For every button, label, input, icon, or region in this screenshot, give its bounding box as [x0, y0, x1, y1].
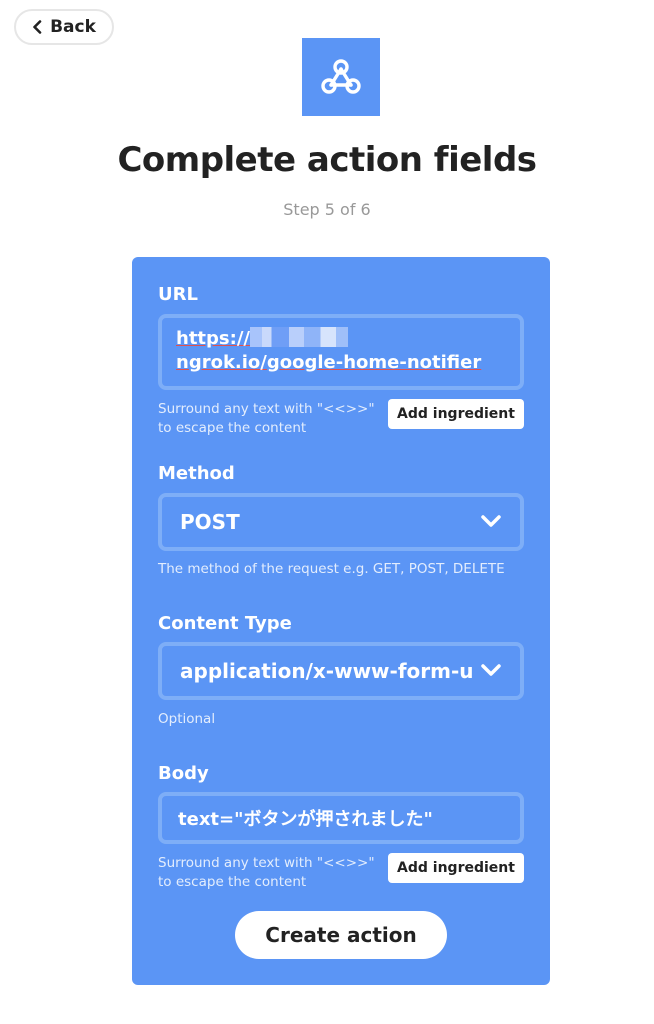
content-type-select[interactable]: application/x-www-form-urlencoded: [158, 642, 524, 700]
body-helper-text: Surround any text with "<<>>" to escape …: [158, 855, 375, 890]
create-action-button[interactable]: Create action: [235, 911, 447, 959]
content-type-label: Content Type: [158, 613, 292, 634]
content-type-value: application/x-www-form-urlencoded: [180, 659, 472, 683]
chevron-down-icon: [480, 512, 502, 533]
body-label: Body: [158, 763, 209, 784]
method-helper-text: The method of the request e.g. GET, POST…: [158, 561, 505, 577]
body-field[interactable]: text="ボタンが押されました": [158, 792, 524, 844]
back-button[interactable]: Back: [14, 9, 114, 45]
url-value-prefix: https://: [176, 328, 250, 349]
step-indicator: Step 5 of 6: [283, 200, 371, 219]
method-select[interactable]: POST: [158, 493, 524, 551]
action-fields-form: URL https:// ngrok.io/google-home-notifie…: [132, 257, 550, 985]
chevron-down-icon: [480, 661, 502, 682]
method-label: Method: [158, 463, 235, 484]
url-value-suffix: ngrok.io/google-home-notifier: [176, 352, 482, 373]
url-add-ingredient-button[interactable]: Add ingredient: [388, 399, 524, 429]
chevron-left-icon: [32, 20, 42, 34]
redacted-host: [249, 327, 348, 347]
body-value: text="ボタンが押されました": [178, 809, 433, 830]
url-helper-text: Surround any text with "<<>>" to escape …: [158, 401, 375, 436]
url-field[interactable]: https:// ngrok.io/google-home-notifier: [158, 314, 524, 390]
page-title: Complete action fields: [117, 140, 537, 180]
back-button-label: Back: [50, 17, 96, 37]
webhooks-icon: [302, 38, 380, 116]
url-label: URL: [158, 284, 198, 305]
method-value: POST: [180, 510, 240, 534]
body-add-ingredient-button[interactable]: Add ingredient: [388, 853, 524, 883]
content-type-helper-text: Optional: [158, 711, 216, 727]
